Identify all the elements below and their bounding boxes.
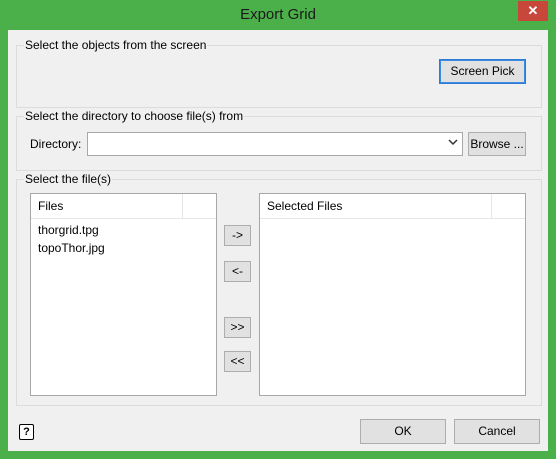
directory-group-label: Select the directory to choose file(s) f… bbox=[24, 109, 245, 123]
ok-button[interactable]: OK bbox=[360, 419, 446, 444]
selected-files-list[interactable]: Selected Files bbox=[259, 193, 526, 396]
cancel-button[interactable]: Cancel bbox=[454, 419, 540, 444]
screen-pick-button[interactable]: Screen Pick bbox=[439, 59, 526, 84]
files-list-header: Files bbox=[31, 194, 216, 219]
window-title: Export Grid bbox=[240, 6, 316, 23]
chevron-down-icon[interactable] bbox=[448, 137, 458, 147]
files-column-header[interactable]: Files bbox=[31, 194, 183, 218]
list-item[interactable]: thorgrid.tpg bbox=[38, 221, 99, 239]
dialog-body: Select the objects from the screen Scree… bbox=[8, 30, 548, 451]
list-item[interactable]: topoThor.jpg bbox=[38, 239, 105, 257]
browse-button[interactable]: Browse ... bbox=[468, 132, 526, 156]
help-icon[interactable]: ? bbox=[19, 424, 34, 440]
files-list[interactable]: Files thorgrid.tpg topoThor.jpg bbox=[30, 193, 217, 396]
directory-group: Select the directory to choose file(s) f… bbox=[16, 109, 542, 171]
files-group: Select the file(s) Files thorgrid.tpg to… bbox=[16, 172, 542, 406]
screen-pick-group-label: Select the objects from the screen bbox=[24, 38, 208, 52]
directory-label: Directory: bbox=[30, 137, 82, 151]
title-bar[interactable]: Export Grid ✕ bbox=[0, 0, 556, 30]
move-all-left-button[interactable]: << bbox=[224, 351, 251, 372]
move-all-right-button[interactable]: >> bbox=[224, 317, 251, 338]
export-grid-dialog: Export Grid ✕ Select the objects from th… bbox=[0, 0, 556, 459]
screen-pick-group: Select the objects from the screen Scree… bbox=[16, 38, 542, 108]
move-right-button[interactable]: -> bbox=[224, 225, 251, 246]
directory-combobox[interactable] bbox=[87, 132, 463, 156]
selected-files-column-header[interactable]: Selected Files bbox=[260, 194, 492, 218]
files-group-label: Select the file(s) bbox=[24, 172, 113, 186]
move-left-button[interactable]: <- bbox=[224, 261, 251, 282]
close-button[interactable]: ✕ bbox=[518, 1, 548, 21]
selected-files-list-header: Selected Files bbox=[260, 194, 525, 219]
